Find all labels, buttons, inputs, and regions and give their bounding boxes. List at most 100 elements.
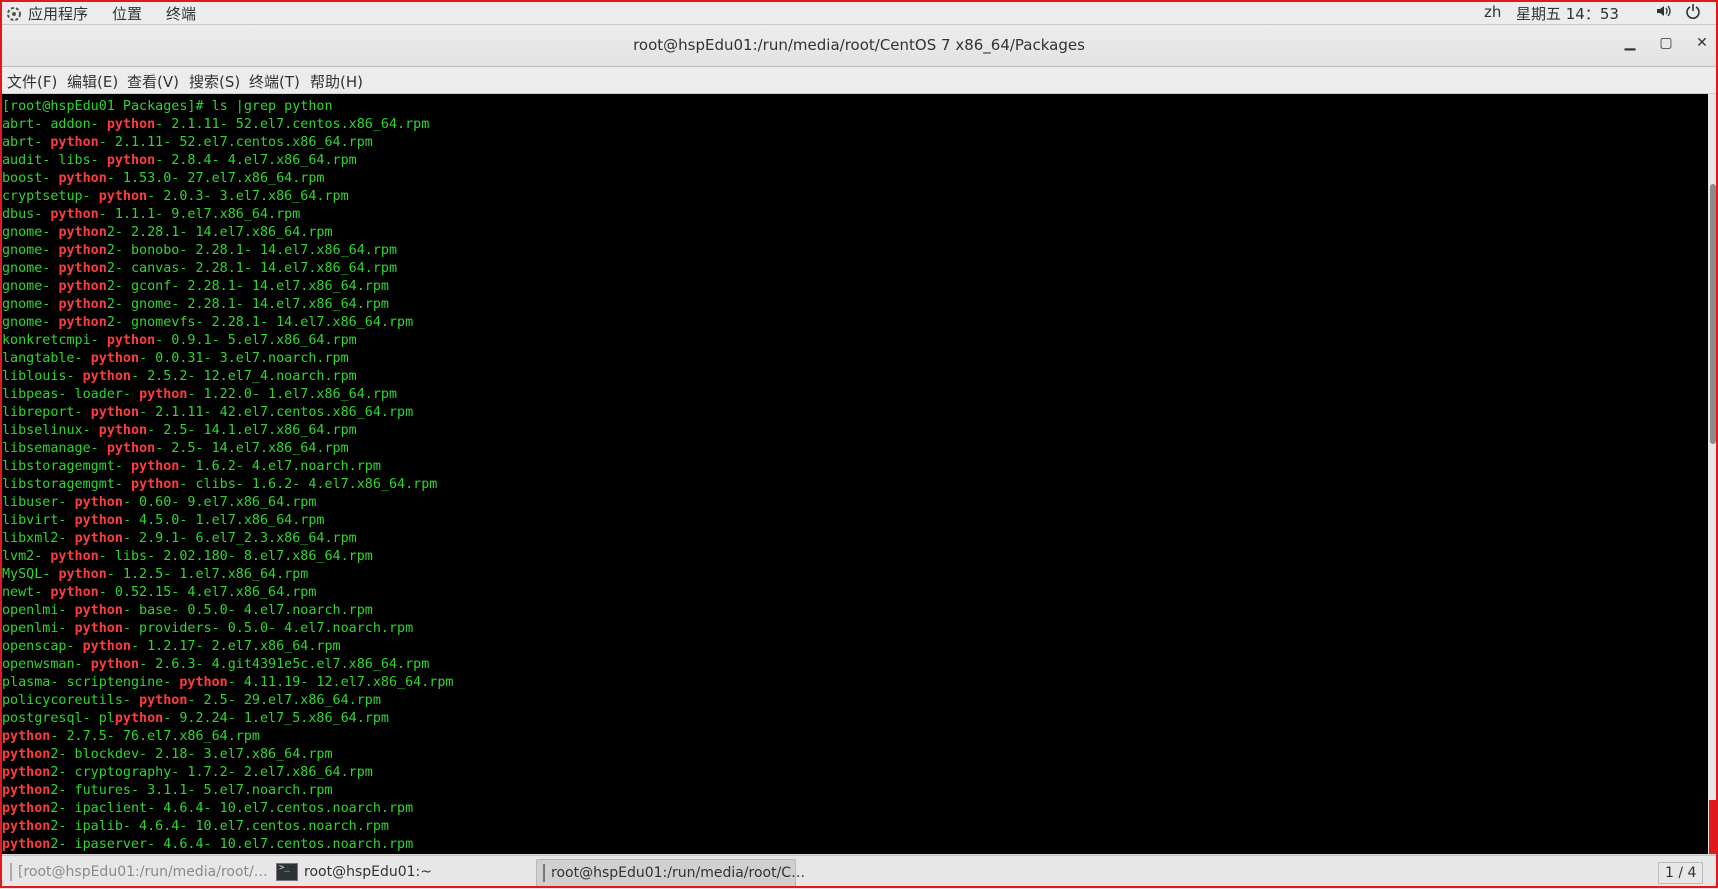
taskbar-window-2-label: root@hspEdu01:~ [304,864,432,880]
line-suffix: 2- bonobo- 2.28.1- 14.el7.x86_64.rpm [106,243,398,258]
clock[interactable]: 星期五 14：53 [1516,3,1619,24]
input-language-indicator[interactable]: zh [1484,3,1501,21]
menu-terminal[interactable]: 终端(T) [249,71,300,92]
menu-help[interactable]: 帮助(H) [310,71,363,92]
line-suffix: - 0.60- 9.el7.x86_64.rpm [122,495,317,510]
line-prefix: libxml2- [2,531,75,546]
places-label: 位置 [112,5,143,23]
match-highlight: python [50,585,99,600]
line-prefix: gnome- [2,225,59,240]
terminal-output-line: audit- libs- python- 2.8.4- 4.el7.x86_64… [2,152,453,170]
terminal-output-line: gnome- python2- gnomevfs- 2.28.1- 14.el7… [2,314,453,332]
line-suffix: - 1.1.1- 9.el7.x86_64.rpm [98,207,301,222]
maximize-button[interactable]: ▢ [1658,35,1674,51]
terminal-output-line: libsemanage- python- 2.5- 14.el7.x86_64.… [2,440,453,458]
terminal-output[interactable]: [root@hspEdu01 Packages]# ls |grep pytho… [0,94,1708,854]
terminal-icon [276,863,298,881]
taskbar-window-2[interactable]: root@hspEdu01:~ [270,859,532,885]
line-prefix: cryptsetup- [2,189,99,204]
window-title-bar[interactable]: root@hspEdu01:/run/media/root/CentOS 7 x… [0,25,1718,67]
terminal-output-line: langtable- python- 0.0.31- 3.el7.noarch.… [2,350,453,368]
terminal-scrollbar[interactable] [1708,94,1718,854]
taskbar: [root@hspEdu01:/run/media/root/… root@hs… [0,855,1718,889]
terminal-output-line: MySQL- python- 1.2.5- 1.el7.x86_64.rpm [2,566,453,584]
line-suffix: 2- futures- 3.1.1- 5.el7.noarch.rpm [50,783,333,798]
line-prefix: openlmi- [2,603,75,618]
terminal-app-menu[interactable]: 终端 [166,3,196,24]
scrollbar-thumb[interactable] [1710,184,1716,444]
match-highlight: python [2,801,51,816]
power-icon[interactable] [1685,3,1701,23]
line-prefix: libstoragemgmt- [2,459,131,474]
match-highlight: python [90,351,140,366]
terminal-output-line: python2- futures- 3.1.1- 5.el7.noarch.rp… [2,782,453,800]
line-suffix: - 2.5- 14.el7.x86_64.rpm [155,441,349,456]
taskbar-window-1-label: [root@hspEdu01:/run/media/root/… [18,864,268,880]
line-prefix: abrt- addon- [2,117,107,132]
line-prefix: policycoreutils- [2,693,140,708]
terminal-output-line: libstoragemgmt- python- clibs- 1.6.2- 4.… [2,476,453,494]
line-suffix: 2- gconf- 2.28.1- 14.el7.x86_64.rpm [106,279,389,294]
line-suffix: 2- blockdev- 2.18- 3.el7.x86_64.rpm [50,747,333,762]
places-menu[interactable]: 位置 [112,3,142,24]
terminal-output-line: libxml2- python- 2.9.1- 6.el7_2.3.x86_64… [2,530,453,548]
match-highlight: python [106,333,156,348]
terminal-output-line: libstoragemgmt- python- 1.6.2- 4.el7.noa… [2,458,453,476]
applications-icon [6,6,22,22]
match-highlight: python [2,837,51,852]
match-highlight: python [82,369,131,384]
terminal-output-line: libreport- python- 2.1.11- 42.el7.centos… [2,404,453,422]
taskbar-window-3[interactable]: root@hspEdu01:/run/media/root/C… [536,859,805,887]
taskbar-window-1[interactable]: [root@hspEdu01:/run/media/root/… [4,859,268,885]
volume-icon[interactable] [1655,3,1671,23]
line-suffix: - 2.5.2- 12.el7_4.noarch.rpm [131,369,357,384]
taskbar-window-3-label: root@hspEdu01:/run/media/root/C… [551,865,806,881]
line-prefix: gnome- [2,279,59,294]
match-highlight: python [50,207,99,222]
match-highlight: python [2,765,51,780]
line-suffix: - libs- 2.02.180- 8.el7.x86_64.rpm [98,549,373,564]
menu-edit[interactable]: 编辑(E) [67,71,118,92]
line-suffix: - 0.52.15- 4.el7.x86_64.rpm [98,585,317,600]
match-highlight: python [131,459,180,474]
applications-menu[interactable]: 应用程序 [6,3,88,24]
prompt-command: [root@hspEdu01 Packages]# ls |grep pytho… [2,99,333,114]
line-suffix: - 1.53.0- 27.el7.x86_64.rpm [106,171,325,186]
menu-file[interactable]: 文件(F) [7,71,57,92]
match-highlight: python [179,675,228,690]
menu-view[interactable]: 查看(V) [127,71,179,92]
match-highlight: python [139,387,188,402]
terminal-icon [543,864,557,882]
match-highlight: python [106,441,156,456]
terminal-output-line: libpeas- loader- python- 1.22.0- 1.el7.x… [2,386,453,404]
system-tray[interactable] [1655,3,1701,23]
minimize-button[interactable]: ▁ [1622,35,1638,51]
close-button[interactable]: ✕ [1694,35,1710,51]
line-suffix: - clibs- 1.6.2- 4.el7.x86_64.rpm [179,477,438,492]
match-highlight: python [131,477,180,492]
terminal-output-line: konkretcmpi- python- 0.9.1- 5.el7.x86_64… [2,332,453,350]
line-suffix: - 2.7.5- 76.el7.x86_64.rpm [50,729,260,744]
line-prefix: konkretcmpi- [2,333,107,348]
line-suffix: - 1.22.0- 1.el7.x86_64.rpm [187,387,398,402]
terminal-output-line: abrt- addon- python- 2.1.11- 52.el7.cent… [2,116,453,134]
terminal-output-line: abrt- python- 2.1.11- 52.el7.centos.x86_… [2,134,453,152]
line-suffix: 2- gnomevfs- 2.28.1- 14.el7.x86_64.rpm [106,315,414,330]
window-controls: ▁ ▢ ✕ [1622,35,1710,51]
line-prefix: libselinux- [2,423,99,438]
terminal-output-line: gnome- python2- bonobo- 2.28.1- 14.el7.x… [2,242,453,260]
line-prefix: liblouis- [2,369,83,384]
menu-search[interactable]: 搜索(S) [189,71,240,92]
terminal-icon [10,863,24,881]
line-prefix: plasma- scriptengine- [2,675,180,690]
line-prefix: gnome- [2,261,59,276]
workspace-pager[interactable]: 1 / 4 [1658,862,1704,884]
terminal-output-line: dbus- python- 1.1.1- 9.el7.x86_64.rpm [2,206,453,224]
terminal-menu-bar: 文件(F) 编辑(E) 查看(V) 搜索(S) 终端(T) 帮助(H) [0,67,1718,94]
match-highlight: python [106,153,156,168]
line-prefix: libsemanage- [2,441,107,456]
line-prefix: gnome- [2,243,59,258]
line-prefix: openlmi- [2,621,75,636]
terminal-output-line: plasma- scriptengine- python- 4.11.19- 1… [2,674,453,692]
line-suffix: 2- ipalib- 4.6.4- 10.el7.centos.noarch.r… [50,819,389,834]
